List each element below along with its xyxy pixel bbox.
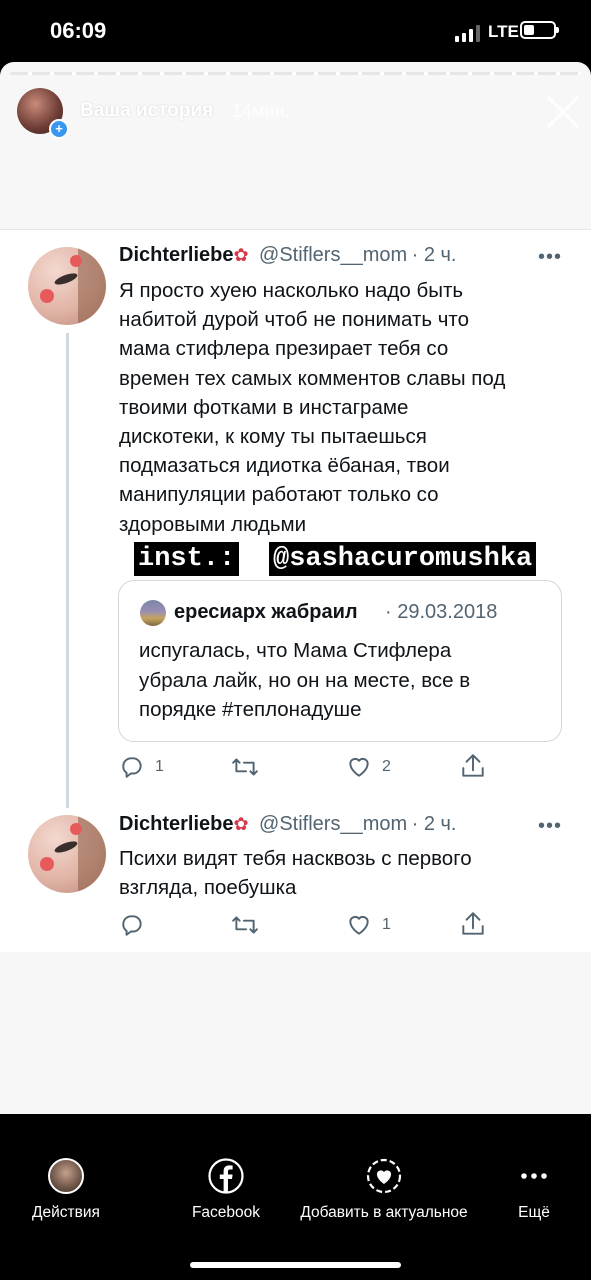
quoted-display-name: ересиарх жабраил	[174, 601, 358, 623]
tweet-time: · 2 ч.	[411, 813, 457, 835]
quoted-line: порядке #теплонадуше	[139, 698, 362, 721]
display-name[interactable]: Dichterliebe	[119, 813, 233, 835]
tweet-body: Психи видят тебя насквозь с первого взгл…	[119, 844, 569, 902]
tweet-time: · 2 ч.	[411, 244, 457, 266]
tweet-line: набитой дурой чтоб не понимать что	[119, 308, 469, 332]
tweet-line: твоими фотками в инстаграме	[119, 395, 409, 419]
tweet-line: манипуляции работают только со	[119, 483, 439, 507]
heart-icon	[349, 915, 369, 935]
share-icon	[462, 754, 484, 777]
story-username[interactable]: Ваша история	[80, 100, 213, 122]
reply-count: 1	[155, 758, 164, 775]
quoted-body: испугалась, что Мама Стифлера убрала лай…	[139, 636, 539, 725]
reply-icon	[122, 915, 142, 936]
tweet-line: времен тех самых комментов славы под	[119, 366, 506, 390]
signal-icon	[455, 25, 480, 42]
more-button[interactable]: Ещё	[498, 1158, 570, 1222]
battery-icon	[520, 21, 559, 39]
actions-label: Действия	[32, 1204, 100, 1221]
quoted-line: убрала лайк, но он на месте, все в	[139, 668, 471, 692]
retweet-icon	[232, 916, 258, 934]
tweet-header: Dichterliebe✿ @Stiflers__mom · 2 ч.	[119, 813, 456, 836]
avatar[interactable]	[28, 815, 106, 893]
story-progress-bar	[10, 72, 581, 75]
retweet-button[interactable]	[231, 912, 267, 938]
retweet-icon	[232, 758, 258, 776]
tweet-line: взгляда, поебушка	[119, 876, 297, 900]
profile-avatar-icon	[48, 1158, 84, 1194]
reply-button[interactable]: 1	[119, 754, 164, 780]
network-label: LTE	[488, 22, 519, 41]
tweet-line: мама стифлера презирает тебя со	[119, 337, 449, 361]
share-icon	[462, 912, 484, 935]
like-button[interactable]: 1	[346, 912, 391, 938]
highlight-heart-icon	[366, 1158, 402, 1194]
retweet-button[interactable]	[231, 754, 267, 780]
add-story-icon[interactable]: +	[49, 119, 69, 139]
inst-label-sticker: inst.:	[134, 542, 240, 576]
thread-line	[66, 333, 69, 808]
avatar[interactable]	[28, 247, 106, 325]
like-count: 1	[382, 916, 391, 933]
heart-icon	[349, 757, 369, 777]
quoted-avatar	[140, 600, 166, 626]
facebook-icon	[208, 1158, 244, 1194]
quoted-date: · 29.03.2018	[385, 601, 498, 623]
user-handle[interactable]: @Stiflers__mom	[259, 244, 407, 266]
quoted-line: испугалась, что Мама Стифлера	[139, 639, 452, 662]
instagram-username-sticker[interactable]: @sashacuromushka	[269, 542, 537, 576]
close-icon[interactable]	[546, 95, 580, 129]
actions-button[interactable]: Действия	[0, 1158, 132, 1222]
facebook-label: Facebook	[191, 1204, 261, 1221]
tweet-header: Dichterliebe✿ @Stiflers__mom · 2 ч.	[119, 244, 456, 267]
tweet-line: здоровыми людьми	[119, 512, 307, 536]
like-button[interactable]: 2	[346, 754, 391, 780]
facebook-button[interactable]: Facebook	[166, 1158, 286, 1222]
add-to-highlights-button[interactable]: Добавить в актуальное	[288, 1158, 480, 1222]
more-options-icon[interactable]: •••	[538, 246, 562, 269]
story-time: 14мин.	[232, 101, 290, 121]
status-time: 06:09	[50, 18, 107, 43]
tweet-line: дискотеки, к кому ты пытаешься	[119, 425, 427, 449]
share-button[interactable]	[460, 752, 486, 780]
more-options-icon[interactable]: •••	[538, 815, 562, 838]
like-count: 2	[382, 758, 391, 775]
highlight-label: Добавить в актуальное	[300, 1204, 468, 1221]
reply-icon	[122, 757, 142, 778]
tweet-line: Психи видят тебя насквозь с первого	[119, 847, 472, 870]
home-indicator[interactable]	[190, 1262, 401, 1268]
more-label: Ещё	[518, 1204, 550, 1221]
tweet-line: Я просто хуею насколько надо быть	[119, 279, 464, 302]
flower-icon: ✿	[233, 245, 249, 265]
more-dots-icon	[521, 1173, 547, 1179]
reply-button[interactable]	[119, 912, 155, 938]
share-button[interactable]	[460, 910, 486, 938]
tweet-body: Я просто хуею насколько надо быть набито…	[119, 276, 569, 539]
tweet-line: подмазаться идиотка ёбаная, твои	[119, 454, 450, 478]
user-handle[interactable]: @Stiflers__mom	[259, 813, 407, 835]
flower-icon: ✿	[233, 814, 249, 834]
display-name[interactable]: Dichterliebe	[119, 244, 233, 266]
